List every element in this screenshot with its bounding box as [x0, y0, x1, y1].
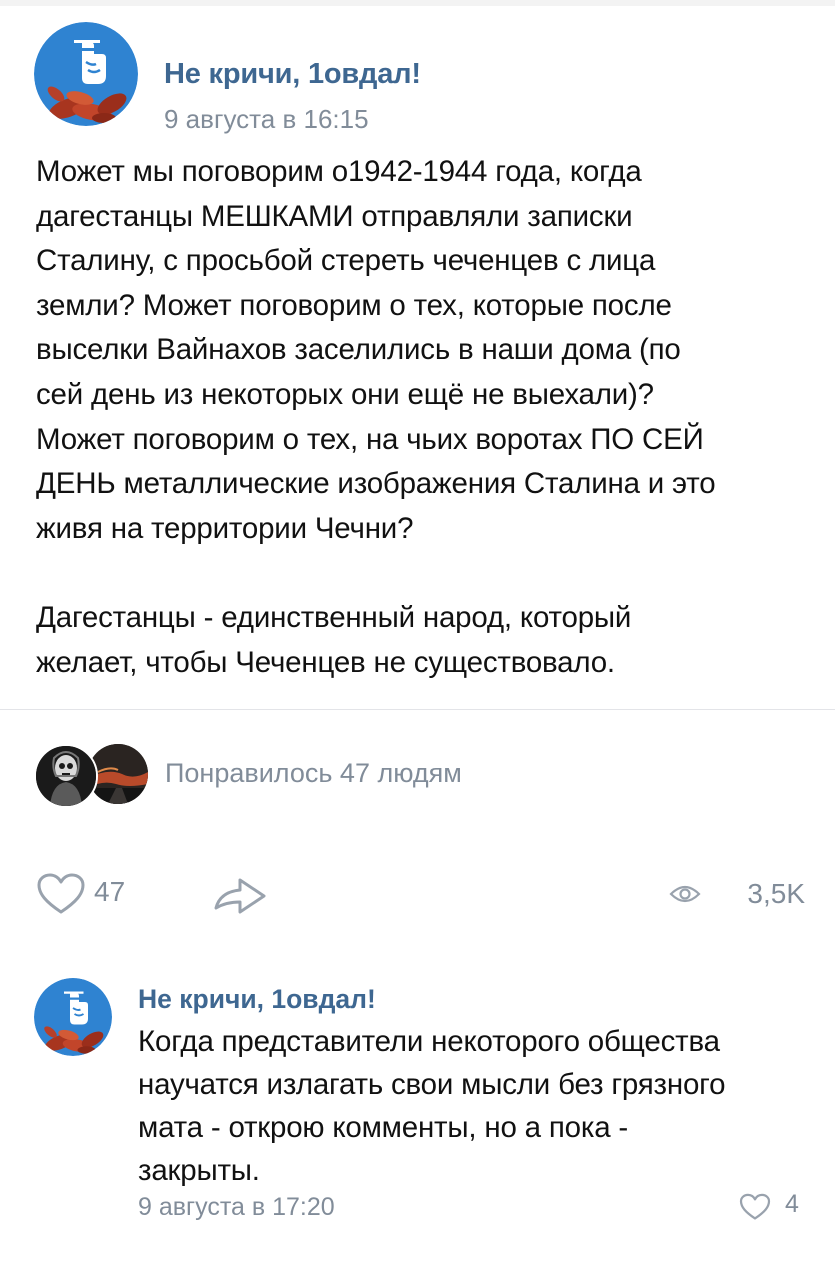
post-text-line: дагестанцы МЕШКАМИ отправляли записки — [36, 199, 633, 233]
eye-icon — [669, 885, 701, 903]
comment-like-button[interactable]: 4 — [739, 1190, 809, 1224]
like-button[interactable]: 47 — [36, 870, 146, 918]
group-logo-icon — [34, 978, 112, 1056]
post-text-line: земли? Может поговорим о тех, которые по… — [36, 288, 672, 322]
comment-date: 9 августа в 17:20 — [138, 1193, 335, 1221]
group-avatar[interactable] — [34, 22, 138, 126]
like-count: 47 — [94, 876, 126, 907]
post-text-line: Дагестанцы - единственный народ, который — [36, 600, 632, 634]
post-author-link[interactable]: Не кричи, 1овдал! — [164, 58, 421, 91]
heart-outline-icon — [739, 1193, 771, 1220]
likes-summary[interactable]: Понравилось 47 людям — [165, 758, 462, 789]
post-text-line: ДЕНЬ металлические изображения Сталина и… — [36, 467, 716, 501]
liker-photo-icon — [36, 746, 96, 806]
comment: Не кричи, 1овдал! Когда представители не… — [34, 978, 814, 1228]
comment-author-link[interactable]: Не кричи, 1овдал! — [138, 984, 376, 1015]
group-logo-icon — [34, 22, 138, 126]
liker-avatar[interactable] — [34, 744, 98, 808]
post-date: 9 августа в 16:15 — [164, 104, 369, 134]
post-header: Не кричи, 1овдал! 9 августа в 16:15 — [34, 22, 794, 134]
share-arrow-icon — [214, 878, 266, 914]
post-text-line: выселки Вайнахов заселились в наши дома … — [36, 333, 681, 367]
post-body: Может мы поговорим о1942-1944 года, когд… — [36, 150, 806, 685]
post-text-line: Может поговорим о тех, на чьих воротах П… — [36, 422, 704, 456]
comment-author-avatar[interactable] — [34, 978, 112, 1056]
comment-text-line: Когда представители некоторого общества — [138, 1025, 720, 1058]
share-button[interactable] — [210, 870, 270, 918]
comment-text-line: научатся излагать свои мысли без грязног… — [138, 1068, 726, 1101]
divider — [0, 709, 835, 710]
comment-text-line: закрыты. — [138, 1154, 260, 1187]
heart-outline-icon — [37, 873, 85, 914]
comment-like-count: 4 — [785, 1190, 799, 1218]
views-count: 3,5K — [747, 878, 805, 909]
post-text-line: Сталину, с просьбой стереть чеченцев с л… — [36, 244, 656, 278]
top-edge — [0, 0, 835, 6]
post-text-line: Может мы поговорим о1942-1944 года, когд… — [36, 155, 642, 188]
comment-text-line: мата - открою комменты, но а пока - — [138, 1111, 629, 1144]
post-text-line: желает, чтобы Чеченцев не существовало. — [36, 645, 615, 679]
post-text-line: живя на территории Чечни? — [36, 511, 414, 545]
post-text-line: сей день из некоторых они ещё не выехали… — [36, 377, 654, 411]
comment-text: Когда представители некоторого общества … — [138, 1020, 813, 1192]
views-counter: 3,5K — [655, 876, 805, 916]
